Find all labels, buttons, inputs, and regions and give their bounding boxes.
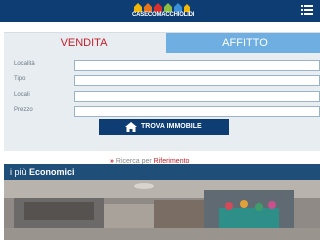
prezzo-label: Prezzo: [14, 107, 33, 113]
houses-logo-icon: [134, 3, 190, 12]
economici-title: i più Economici: [10, 164, 75, 180]
locali-label: Locali: [14, 92, 30, 98]
tab-affitto[interactable]: AFFITTO: [166, 33, 320, 53]
economici-bold: Economici: [29, 167, 75, 177]
menu-list-icon[interactable]: [300, 3, 314, 17]
trova-immobile-button[interactable]: TROVA IMMOBILE: [99, 119, 229, 135]
localita-label: Località: [14, 61, 35, 67]
search-panel: VENDITA AFFITTO Località Tipo Locali Pre…: [4, 32, 320, 151]
locali-field[interactable]: [74, 91, 320, 102]
site-logo[interactable]: CASECOMACCHIOLIDI: [132, 2, 195, 20]
listing-photo[interactable]: [4, 180, 320, 240]
localita-field[interactable]: [74, 60, 320, 71]
economici-prefix: i più: [10, 167, 30, 177]
tipo-field[interactable]: [74, 75, 320, 86]
trova-immobile-label: TROVA IMMOBILE: [141, 123, 202, 130]
tab-vendita[interactable]: VENDITA: [4, 33, 164, 53]
home-icon: [125, 122, 137, 132]
logo-text: CASECOMACCHIOLIDI: [132, 12, 195, 18]
tipo-label: Tipo: [14, 76, 26, 82]
top-bar: CASECOMACCHIOLIDI: [0, 0, 320, 22]
room-photo-image: [4, 180, 320, 240]
prezzo-field[interactable]: [74, 106, 320, 117]
economici-header: i più Economici: [4, 164, 320, 180]
